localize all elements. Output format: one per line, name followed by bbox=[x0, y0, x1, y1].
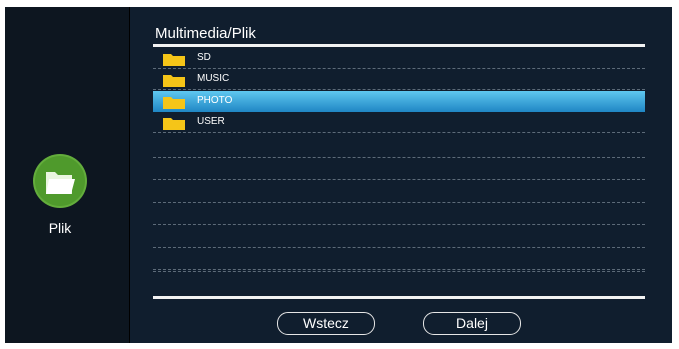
row-divider bbox=[153, 202, 645, 203]
folder-icon bbox=[163, 75, 185, 87]
folder-icon bbox=[163, 118, 185, 130]
row-divider bbox=[153, 224, 645, 225]
list-item-label: SD bbox=[197, 52, 211, 63]
empty-row bbox=[153, 251, 645, 272]
sidebar-label: Plik bbox=[48, 220, 72, 236]
folder-icon bbox=[163, 97, 185, 109]
empty-row bbox=[153, 227, 645, 248]
page-title: Multimedia/Plik bbox=[155, 25, 256, 42]
folder-icon bbox=[163, 54, 185, 66]
row-divider bbox=[153, 132, 645, 133]
next-button[interactable]: Dalej bbox=[423, 312, 521, 335]
row-divider bbox=[153, 89, 645, 90]
empty-row bbox=[153, 182, 645, 203]
empty-row bbox=[153, 137, 645, 158]
list-item-label: MUSIC bbox=[197, 73, 230, 84]
row-divider bbox=[153, 271, 645, 272]
row-divider bbox=[153, 157, 645, 158]
list-item[interactable]: SD bbox=[153, 48, 645, 69]
empty-row bbox=[153, 204, 645, 225]
list-item-label: USER bbox=[197, 116, 225, 127]
list-item-selected[interactable]: PHOTO bbox=[153, 91, 645, 112]
header-divider bbox=[153, 44, 645, 47]
footer-divider bbox=[153, 296, 645, 299]
row-divider bbox=[153, 247, 645, 248]
list-item-label: PHOTO bbox=[197, 95, 233, 106]
row-divider bbox=[153, 179, 645, 180]
folder-icon bbox=[33, 154, 87, 208]
list-item[interactable]: USER bbox=[153, 112, 645, 133]
empty-row bbox=[153, 159, 645, 180]
list-item[interactable]: MUSIC bbox=[153, 69, 645, 90]
back-button[interactable]: Wstecz bbox=[277, 312, 375, 335]
